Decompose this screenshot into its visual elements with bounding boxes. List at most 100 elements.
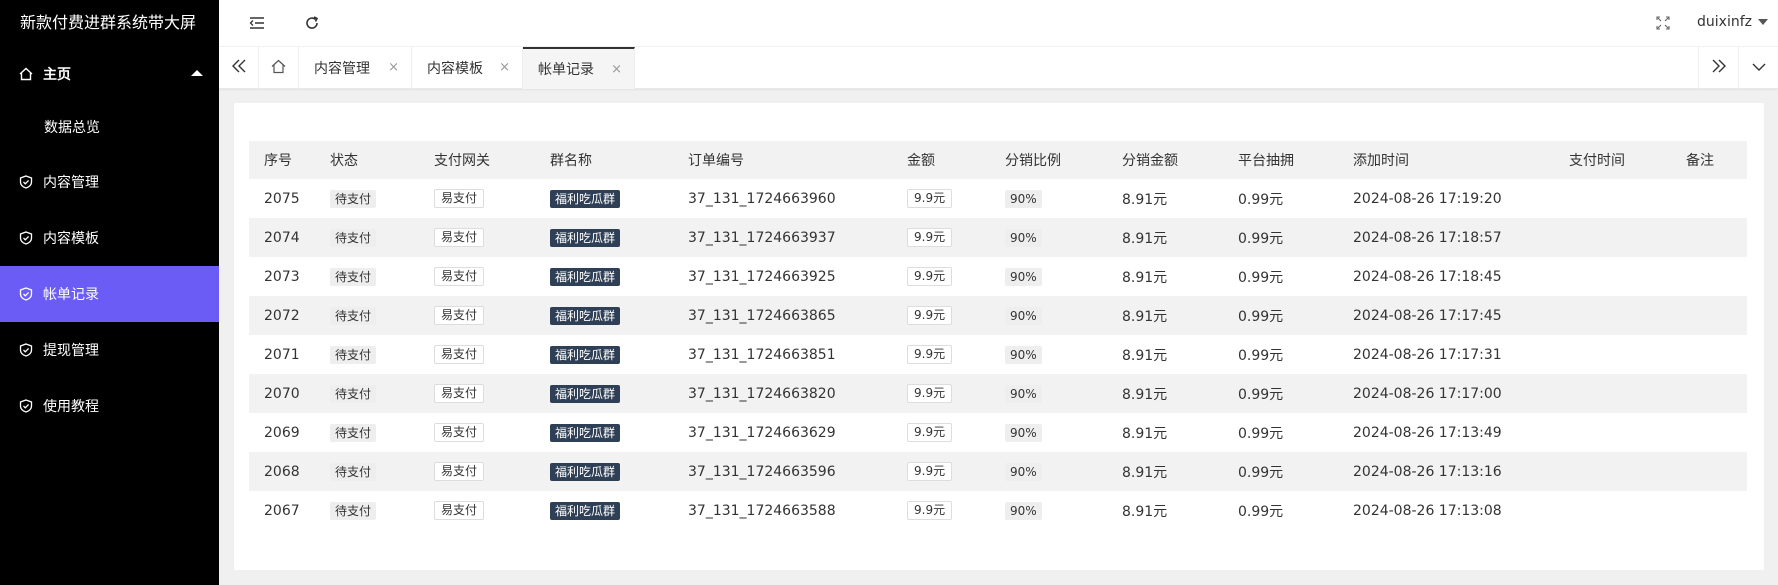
shield-check-icon — [19, 175, 33, 189]
table-cell-amount: 9.9元 — [892, 257, 990, 296]
tab-options-button[interactable] — [1738, 47, 1778, 89]
shield-check-icon — [19, 231, 33, 245]
user-menu[interactable]: duixinfz — [1697, 14, 1768, 30]
amount-badge: 9.9元 — [907, 345, 953, 364]
table-cell-dist-amount: 8.91元 — [1107, 335, 1223, 374]
table-cell-gateway: 易支付 — [419, 413, 535, 452]
table-row: 2074 待支付 易支付 福利吃瓜群 37_131_1724663937 9.9元 90% 8… — [249, 218, 1747, 257]
gateway-badge: 易支付 — [434, 228, 485, 247]
sidebar-item-billing[interactable]: 帐单记录 — [0, 266, 219, 322]
sidebar-item-label: 主页 — [43, 67, 71, 83]
table-cell-fee: 0.99元 — [1223, 413, 1338, 452]
table-cell-gateway: 易支付 — [419, 491, 535, 530]
close-icon[interactable]: × — [611, 63, 622, 77]
distribution-amount: 8.91元 — [1122, 191, 1168, 208]
app-title: 新款付费进群系统带大屏 — [20, 13, 197, 32]
table-cell-status: 待支付 — [315, 218, 419, 257]
sidebar-subitem-dashboard[interactable]: 数据总览 — [0, 102, 219, 154]
double-chevron-left-icon — [231, 59, 247, 77]
status-badge: 待支付 — [330, 228, 377, 247]
table-cell-amount: 9.9元 — [892, 218, 990, 257]
table-cell-fee: 0.99元 — [1223, 452, 1338, 491]
table-cell-added: 2024-08-26 17:19:20 — [1338, 179, 1554, 218]
ratio-badge: 90% — [1005, 189, 1042, 208]
group-badge: 福利吃瓜群 — [550, 462, 621, 481]
ratio-badge: 90% — [1005, 228, 1042, 247]
sidebar-item-home[interactable]: 主页 — [0, 46, 219, 102]
tab-home[interactable] — [259, 47, 299, 89]
table-cell-paid — [1554, 452, 1671, 491]
table-cell-added: 2024-08-26 17:13:08 — [1338, 491, 1554, 530]
table-cell-gateway: 易支付 — [419, 218, 535, 257]
table-cell-ratio: 90% — [990, 452, 1107, 491]
table-cell-dist-amount: 8.91元 — [1107, 296, 1223, 335]
scroll-right-button[interactable] — [1698, 47, 1738, 89]
table-cell-added: 2024-08-26 17:17:00 — [1338, 374, 1554, 413]
table-cell-note — [1671, 257, 1747, 296]
tab-template[interactable]: 内容模板 × — [412, 47, 523, 89]
close-icon[interactable]: × — [388, 61, 399, 75]
table-cell-gateway: 易支付 — [419, 257, 535, 296]
table-row: 2071 待支付 易支付 福利吃瓜群 37_131_1724663851 9.9元 90% 8… — [249, 335, 1747, 374]
ratio-badge: 90% — [1005, 345, 1042, 364]
close-icon[interactable]: × — [499, 61, 510, 75]
gateway-badge: 易支付 — [434, 267, 485, 286]
table-cell-dist-amount: 8.91元 — [1107, 491, 1223, 530]
order-number: 37_131_1724663820 — [688, 385, 836, 402]
refresh-icon[interactable] — [304, 15, 320, 31]
table-cell-fee: 0.99元 — [1223, 335, 1338, 374]
amount-badge: 9.9元 — [907, 384, 953, 403]
gateway-badge: 易支付 — [434, 384, 485, 403]
gateway-badge: 易支付 — [434, 462, 485, 481]
table-cell-status: 待支付 — [315, 179, 419, 218]
table-cell-dist-amount: 8.91元 — [1107, 257, 1223, 296]
sidebar-item-label: 内容管理 — [43, 175, 99, 191]
scroll-left-button[interactable] — [219, 47, 259, 89]
double-chevron-right-icon — [1711, 59, 1727, 77]
shield-check-icon — [19, 399, 33, 413]
tab-billing[interactable]: 帐单记录 × — [523, 47, 635, 89]
platform-fee: 0.99元 — [1238, 464, 1284, 481]
added-time: 2024-08-26 17:13:16 — [1353, 463, 1502, 480]
collapse-menu-icon[interactable] — [249, 15, 265, 31]
shield-check-icon — [19, 343, 33, 357]
table-cell-order: 37_131_1724663596 — [673, 452, 892, 491]
table-cell-fee: 0.99元 — [1223, 257, 1338, 296]
order-number: 37_131_1724663629 — [688, 424, 836, 441]
table-cell-ratio: 90% — [990, 413, 1107, 452]
sidebar-item-withdraw[interactable]: 提现管理 — [0, 322, 219, 378]
group-badge: 福利吃瓜群 — [550, 501, 621, 520]
amount-badge: 9.9元 — [907, 267, 953, 286]
ratio-badge: 90% — [1005, 501, 1042, 520]
amount-badge: 9.9元 — [907, 423, 953, 442]
table-cell-paid — [1554, 335, 1671, 374]
table-cell-id: 2071 — [249, 335, 315, 374]
table-cell-group: 福利吃瓜群 — [535, 374, 673, 413]
table-cell-ratio: 90% — [990, 257, 1107, 296]
tab-content[interactable]: 内容管理 × — [299, 47, 412, 89]
table-cell-order: 37_131_1724663937 — [673, 218, 892, 257]
row-id: 2067 — [264, 502, 300, 519]
table-cell-status: 待支付 — [315, 491, 419, 530]
table-cell-amount: 9.9元 — [892, 335, 990, 374]
row-id: 2072 — [264, 307, 300, 324]
caret-down-icon — [1758, 19, 1768, 25]
column-header: 支付时间 — [1569, 153, 1625, 169]
sidebar-item-content[interactable]: 内容管理 — [0, 154, 219, 210]
amount-badge: 9.9元 — [907, 501, 953, 520]
fullscreen-icon[interactable] — [1655, 15, 1671, 31]
tab-bar: 内容管理 × 内容模板 × 帐单记录 × — [219, 47, 1778, 89]
row-id: 2070 — [264, 385, 300, 402]
table-cell-dist-amount: 8.91元 — [1107, 374, 1223, 413]
table-cell-gateway: 易支付 — [419, 296, 535, 335]
ratio-badge: 90% — [1005, 384, 1042, 403]
row-id: 2069 — [264, 424, 300, 441]
ratio-badge: 90% — [1005, 267, 1042, 286]
table-row: 2069 待支付 易支付 福利吃瓜群 37_131_1724663629 9.9元 90% 8… — [249, 413, 1747, 452]
table-cell-order: 37_131_1724663629 — [673, 413, 892, 452]
table-cell-added: 2024-08-26 17:13:49 — [1338, 413, 1554, 452]
sidebar-item-template[interactable]: 内容模板 — [0, 210, 219, 266]
gateway-badge: 易支付 — [434, 423, 485, 442]
table-row: 2068 待支付 易支付 福利吃瓜群 37_131_1724663596 9.9元 90% 8… — [249, 452, 1747, 491]
sidebar-item-tutorial[interactable]: 使用教程 — [0, 378, 219, 434]
